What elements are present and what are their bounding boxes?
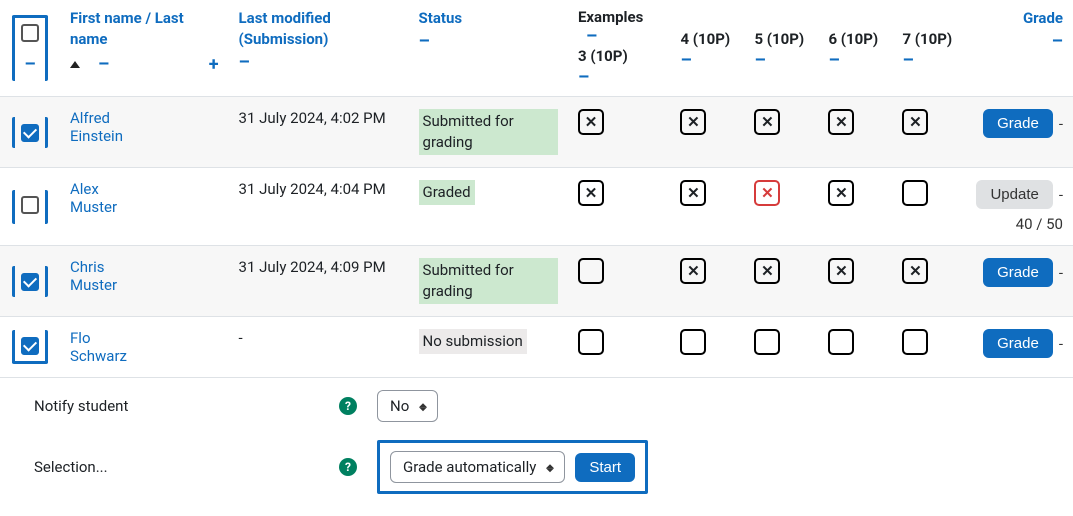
- example-box[interactable]: [902, 180, 928, 206]
- collapse-examples-icon[interactable]: –: [586, 26, 597, 47]
- modified-cell: 31 July 2024, 4:02 PM: [229, 97, 409, 168]
- help-icon[interactable]: ?: [339, 458, 357, 476]
- name-separator: /: [145, 9, 151, 27]
- table-row: AlfredEinstein 31 July 2024, 4:02 PMSubmi…: [0, 97, 1073, 168]
- table-row: FloSchwarz-No submissionGrade-: [0, 317, 1073, 378]
- collapse-ex-icon[interactable]: –: [902, 50, 913, 71]
- header-examples: Examples: [578, 8, 643, 26]
- collapse-status-icon[interactable]: –: [419, 31, 430, 52]
- notify-label: Notify student: [34, 397, 339, 415]
- example-box[interactable]: [680, 109, 706, 135]
- update-button[interactable]: Update: [976, 180, 1052, 209]
- select-all-checkbox[interactable]: [21, 24, 39, 42]
- modified-cell: 31 July 2024, 4:09 PM: [229, 246, 409, 317]
- table-row: ChrisMuster 31 July 2024, 4:09 PMSubmitte…: [0, 246, 1073, 317]
- header-last-modified[interactable]: Last modified (Submission): [239, 9, 331, 48]
- sort-caret-icon[interactable]: [70, 61, 80, 68]
- grade-dash: -: [1053, 186, 1063, 204]
- collapse-grade-icon[interactable]: –: [1052, 31, 1063, 52]
- collapse-ex-icon[interactable]: –: [680, 50, 691, 71]
- selection-highlight: Grade automatically Start: [377, 440, 648, 494]
- example-box[interactable]: [902, 109, 928, 135]
- student-link[interactable]: Einstein: [70, 127, 123, 145]
- selection-select[interactable]: Grade automatically: [390, 451, 565, 483]
- header-status[interactable]: Status: [419, 9, 463, 27]
- example-box[interactable]: [902, 329, 928, 355]
- grade-dash: -: [1053, 335, 1063, 353]
- example-box[interactable]: [578, 258, 604, 284]
- example-col-label: 7 (10P): [902, 30, 956, 48]
- help-icon[interactable]: ?: [339, 397, 357, 415]
- collapse-ex-icon[interactable]: –: [828, 50, 839, 71]
- table-row: AlexMuster 31 July 2024, 4:04 PM Graded Upd…: [0, 168, 1073, 246]
- example-box[interactable]: [578, 109, 604, 135]
- example-box[interactable]: [828, 109, 854, 135]
- example-col-label: 5 (10P): [754, 30, 808, 48]
- collapse-name-icon[interactable]: –: [98, 54, 109, 75]
- example-col-label: 6 (10P): [828, 30, 882, 48]
- status-badge: No submission: [419, 329, 527, 354]
- example-box[interactable]: [578, 180, 604, 206]
- row-checkbox[interactable]: [21, 196, 39, 214]
- example-box[interactable]: [680, 329, 706, 355]
- example-box[interactable]: [754, 180, 780, 206]
- example-box[interactable]: [754, 109, 780, 135]
- status-badge: Graded: [419, 180, 475, 205]
- example-box[interactable]: [902, 258, 928, 284]
- student-link[interactable]: Alfred: [70, 109, 110, 127]
- student-link[interactable]: Flo: [70, 329, 91, 347]
- grade-value: 40 / 50: [976, 209, 1063, 233]
- collapse-select-icon[interactable]: –: [24, 54, 35, 75]
- example-box[interactable]: [578, 329, 604, 355]
- start-button[interactable]: Start: [575, 453, 635, 482]
- example-box[interactable]: [828, 180, 854, 206]
- status-badge: Submitted for grading: [419, 258, 558, 304]
- collapse-ex-icon[interactable]: –: [754, 50, 765, 71]
- example-box[interactable]: [680, 180, 706, 206]
- modified-cell: -: [229, 317, 409, 378]
- grade-dash: -: [1053, 115, 1063, 133]
- grade-dash: -: [1053, 264, 1063, 282]
- example-col-label: 4 (10P): [680, 30, 734, 48]
- example-box[interactable]: [828, 258, 854, 284]
- status-badge: Submitted for grading: [419, 109, 558, 155]
- row-checkbox[interactable]: [21, 273, 39, 291]
- grade-button[interactable]: Grade: [983, 329, 1053, 358]
- grade-button[interactable]: Grade: [983, 258, 1053, 287]
- collapse-ex-icon[interactable]: –: [578, 67, 589, 88]
- header-first-name[interactable]: First name: [70, 9, 142, 27]
- example-box[interactable]: [828, 329, 854, 355]
- student-link[interactable]: Schwarz: [70, 347, 127, 365]
- notify-row: Notify student ? No: [0, 378, 1073, 428]
- example-col-label: 3 (10P): [578, 47, 660, 65]
- selection-label: Selection...: [34, 458, 339, 476]
- example-box[interactable]: [754, 258, 780, 284]
- row-checkbox[interactable]: [21, 124, 39, 142]
- example-box[interactable]: [754, 329, 780, 355]
- student-link[interactable]: Alex: [70, 180, 99, 198]
- collapse-modified-icon[interactable]: –: [239, 52, 250, 73]
- selection-row: Selection... ? Grade automatically Start: [0, 428, 1073, 500]
- grading-table: – First name / Last name – +: [0, 0, 1073, 378]
- student-link[interactable]: Muster: [70, 198, 117, 216]
- expand-name-icon[interactable]: +: [209, 54, 219, 75]
- example-box[interactable]: [680, 258, 706, 284]
- header-grade[interactable]: Grade: [1023, 9, 1063, 27]
- notify-select[interactable]: No: [377, 390, 438, 422]
- modified-cell: 31 July 2024, 4:04 PM: [229, 168, 409, 246]
- student-link[interactable]: Chris: [70, 258, 105, 276]
- grade-button[interactable]: Grade: [983, 109, 1053, 138]
- student-link[interactable]: Muster: [70, 276, 117, 294]
- row-checkbox[interactable]: [21, 337, 39, 355]
